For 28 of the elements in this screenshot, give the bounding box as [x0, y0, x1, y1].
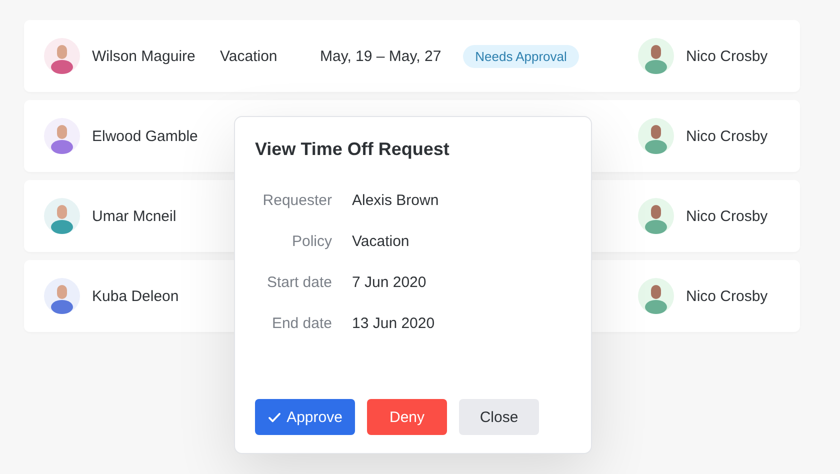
approver-name: Nico Crosby [686, 288, 769, 304]
deny-button[interactable]: Deny [367, 399, 447, 435]
person-avatar-icon [638, 118, 674, 154]
field-label: Start date [266, 274, 332, 291]
check-icon [268, 412, 281, 422]
field-label: Requester [262, 192, 332, 209]
field-label: Policy [290, 233, 332, 250]
field-value: 13 Jun 2020 [352, 315, 436, 332]
requester-name: Kuba Deleon [92, 288, 180, 304]
requester-name: Elwood Gamble [92, 128, 199, 144]
dialog-title: View Time Off Request [255, 139, 450, 160]
approve-button[interactable]: Approve [255, 399, 355, 435]
person-avatar-icon [638, 198, 674, 234]
field-value: Vacation [352, 233, 410, 250]
status-badge: Needs Approval [463, 44, 579, 68]
requester-name: Wilson Maguire [92, 48, 196, 64]
approver-name: Nico Crosby [686, 208, 769, 224]
date-range: May, 19 – May, 27 [320, 48, 442, 64]
person-avatar-icon [638, 38, 674, 74]
field-value: 7 Jun 2020 [352, 274, 428, 291]
field-label: End date [270, 315, 332, 332]
approver-name: Nico Crosby [686, 48, 769, 64]
approver-name: Nico Crosby [686, 128, 769, 144]
policy-text: Vacation [220, 48, 278, 64]
person-avatar-icon [638, 278, 674, 314]
close-button[interactable]: Close [459, 399, 539, 435]
field-value: Alexis Brown [352, 192, 440, 209]
requester-name: Umar Mcneil [92, 208, 178, 224]
